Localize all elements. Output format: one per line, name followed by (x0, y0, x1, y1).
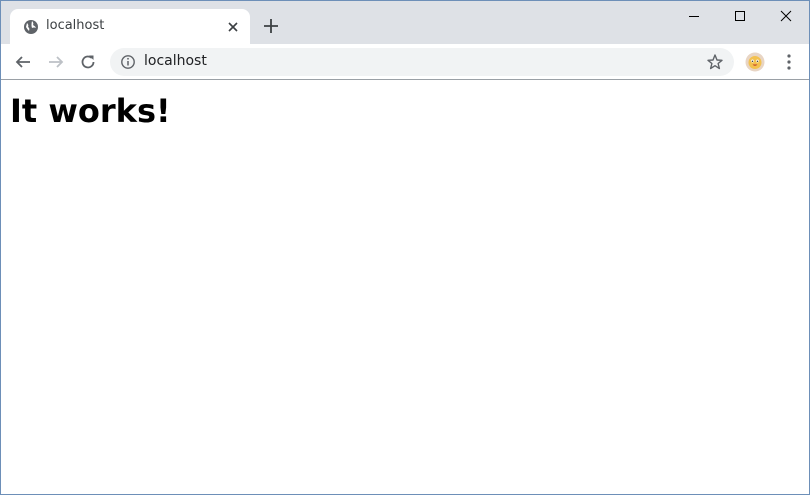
reload-icon (81, 55, 95, 69)
close-icon (780, 10, 792, 22)
browser-toolbar: localhost (1, 44, 809, 80)
new-tab-plus-icon[interactable] (261, 16, 281, 36)
profile-avatar-icon[interactable] (745, 52, 765, 72)
page-content: It works! (1, 81, 809, 494)
tab-title: localhost (46, 18, 105, 33)
page-heading: It works! (10, 92, 171, 130)
forward-button[interactable] (44, 50, 68, 74)
browser-window: localhost localhost It works! (0, 0, 810, 495)
url-text[interactable]: localhost (144, 53, 207, 69)
close-window-button[interactable] (763, 1, 809, 31)
bookmark-star-icon[interactable] (706, 53, 724, 71)
back-button[interactable] (11, 50, 35, 74)
forward-arrow-icon (49, 56, 64, 68)
maximize-icon (735, 11, 745, 21)
minimize-icon (689, 16, 699, 17)
tab-close-icon[interactable] (225, 19, 241, 35)
maximize-button[interactable] (717, 1, 763, 31)
back-arrow-icon (15, 56, 30, 68)
tab-localhost[interactable]: localhost (10, 9, 250, 44)
minimize-button[interactable] (671, 1, 717, 31)
info-icon[interactable] (120, 54, 136, 70)
reload-button[interactable] (76, 50, 100, 74)
more-menu-icon[interactable] (781, 53, 797, 71)
globe-icon (24, 20, 38, 34)
address-bar[interactable]: localhost (110, 48, 734, 76)
title-bar: localhost (1, 1, 809, 44)
